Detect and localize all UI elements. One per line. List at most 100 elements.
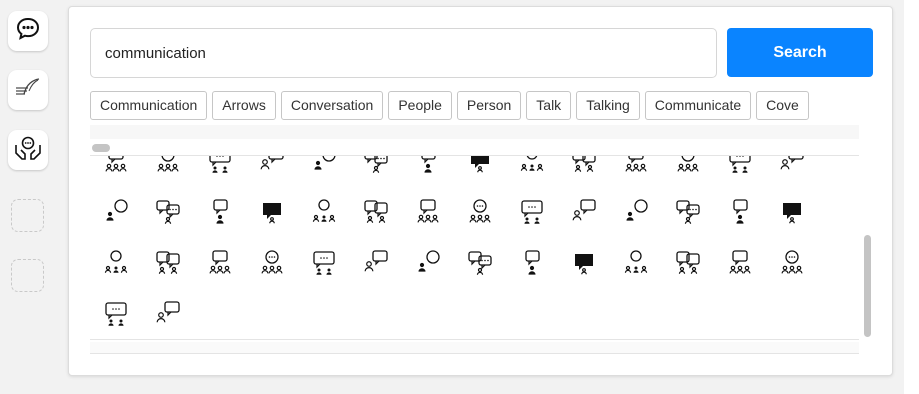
icon-result[interactable]	[142, 189, 194, 240]
icon-result[interactable]	[662, 189, 714, 240]
icon-result[interactable]	[90, 240, 142, 291]
search-button[interactable]: Search	[727, 28, 873, 77]
icon-result[interactable]	[506, 189, 558, 240]
icon-result[interactable]	[454, 189, 506, 240]
team-board-icon	[725, 156, 755, 181]
horizontal-scrollbar[interactable]	[92, 144, 110, 152]
icon-result[interactable]	[766, 189, 818, 240]
tag-communicate[interactable]: Communicate	[644, 91, 752, 120]
tag-cove[interactable]: Cove	[756, 91, 809, 120]
icon-result[interactable]	[142, 240, 194, 291]
icon-result[interactable]	[246, 240, 298, 291]
signpost-icon	[777, 156, 807, 181]
tag-talk[interactable]: Talk	[526, 91, 572, 120]
person-speech-icon	[361, 156, 391, 181]
presenter-icon	[673, 156, 703, 181]
meeting-board-icon	[101, 197, 131, 232]
person-bubble-icon	[621, 197, 651, 232]
icon-result[interactable]	[662, 240, 714, 291]
icon-result[interactable]	[90, 291, 142, 339]
icon-result[interactable]	[454, 240, 506, 291]
person-message-icon	[621, 156, 651, 181]
icon-result[interactable]	[194, 189, 246, 240]
icon-result[interactable]	[714, 156, 766, 189]
chat-pair-icon	[517, 156, 547, 181]
icon-result[interactable]	[194, 156, 246, 189]
search-input-value: communication	[105, 44, 206, 62]
icon-result[interactable]	[402, 156, 454, 189]
icon-result[interactable]	[194, 240, 246, 291]
discussion-icon	[621, 248, 651, 283]
leader-bubble-icon	[569, 197, 599, 232]
tag-list: Communication Arrows Conversation People Per…	[90, 91, 859, 125]
icon-result[interactable]	[90, 189, 142, 240]
icon-result[interactable]	[662, 156, 714, 189]
icon-results	[90, 155, 859, 340]
tag-people[interactable]: People	[388, 91, 452, 120]
rail-item-hands-chat[interactable]	[8, 130, 48, 170]
icon-result[interactable]	[714, 189, 766, 240]
icon-result[interactable]	[610, 240, 662, 291]
tag-arrows[interactable]: Arrows	[212, 91, 276, 120]
icon-result[interactable]	[506, 240, 558, 291]
tags-scroll-area	[90, 125, 859, 139]
chat-screen-icon	[465, 197, 495, 232]
icon-result[interactable]	[402, 240, 454, 291]
people-board-icon	[309, 156, 339, 181]
search-input[interactable]: communication	[90, 28, 717, 78]
icon-result[interactable]	[298, 240, 350, 291]
icon-result[interactable]	[610, 156, 662, 189]
icon-result[interactable]	[142, 156, 194, 189]
icon-result[interactable]	[610, 189, 662, 240]
person-bubble-icon	[153, 197, 183, 232]
person-dots-icon	[257, 197, 287, 232]
icon-result[interactable]	[558, 240, 610, 291]
group-bubble-icon	[101, 248, 131, 283]
icon-result[interactable]	[246, 189, 298, 240]
icon-result[interactable]	[402, 189, 454, 240]
icon-result[interactable]	[454, 156, 506, 189]
icon-result[interactable]	[350, 240, 402, 291]
rail-empty-slot[interactable]	[11, 259, 44, 292]
icon-result[interactable]	[766, 240, 818, 291]
icon-result[interactable]	[714, 240, 766, 291]
icon-result[interactable]	[350, 156, 402, 189]
icon-result[interactable]	[558, 189, 610, 240]
people-chat-icon	[569, 156, 599, 181]
tag-person[interactable]: Person	[456, 91, 522, 120]
group-speech-icon	[725, 197, 755, 232]
person-flag-icon	[413, 248, 443, 283]
cloud-icon	[257, 156, 287, 181]
icon-result[interactable]	[506, 156, 558, 189]
vertical-scrollbar[interactable]	[864, 235, 871, 337]
team-chat-icon	[101, 299, 131, 334]
icon-grid	[90, 156, 818, 339]
rail-item-chat[interactable]	[8, 11, 48, 51]
icon-result[interactable]	[350, 189, 402, 240]
network-people-icon	[205, 156, 235, 181]
left-rail	[0, 0, 60, 394]
tag-conversation[interactable]: Conversation	[280, 91, 384, 120]
meeting-room-icon	[673, 248, 703, 283]
speech-icon	[413, 156, 443, 181]
icon-result[interactable]	[298, 156, 350, 189]
icon-result[interactable]	[142, 291, 194, 339]
icon-result[interactable]	[766, 156, 818, 189]
team-bubble-icon	[413, 197, 443, 232]
globe-people-icon	[153, 156, 183, 181]
team-speech-icon	[257, 248, 287, 283]
tag-talking[interactable]: Talking	[576, 91, 640, 120]
chat-bubble-icon	[15, 16, 41, 47]
icon-result[interactable]	[90, 156, 142, 189]
rail-empty-slot[interactable]	[11, 199, 44, 232]
tag-communication[interactable]: Communication	[90, 91, 208, 120]
rail-item-feather[interactable]	[8, 70, 48, 110]
meeting-chat-icon	[309, 248, 339, 283]
hands-chat-icon	[13, 133, 43, 168]
group-dots-icon	[361, 248, 391, 283]
icon-result[interactable]	[298, 189, 350, 240]
persons-board-icon	[465, 248, 495, 283]
presentation-icon	[517, 197, 547, 232]
icon-result[interactable]	[558, 156, 610, 189]
icon-result[interactable]	[246, 156, 298, 189]
